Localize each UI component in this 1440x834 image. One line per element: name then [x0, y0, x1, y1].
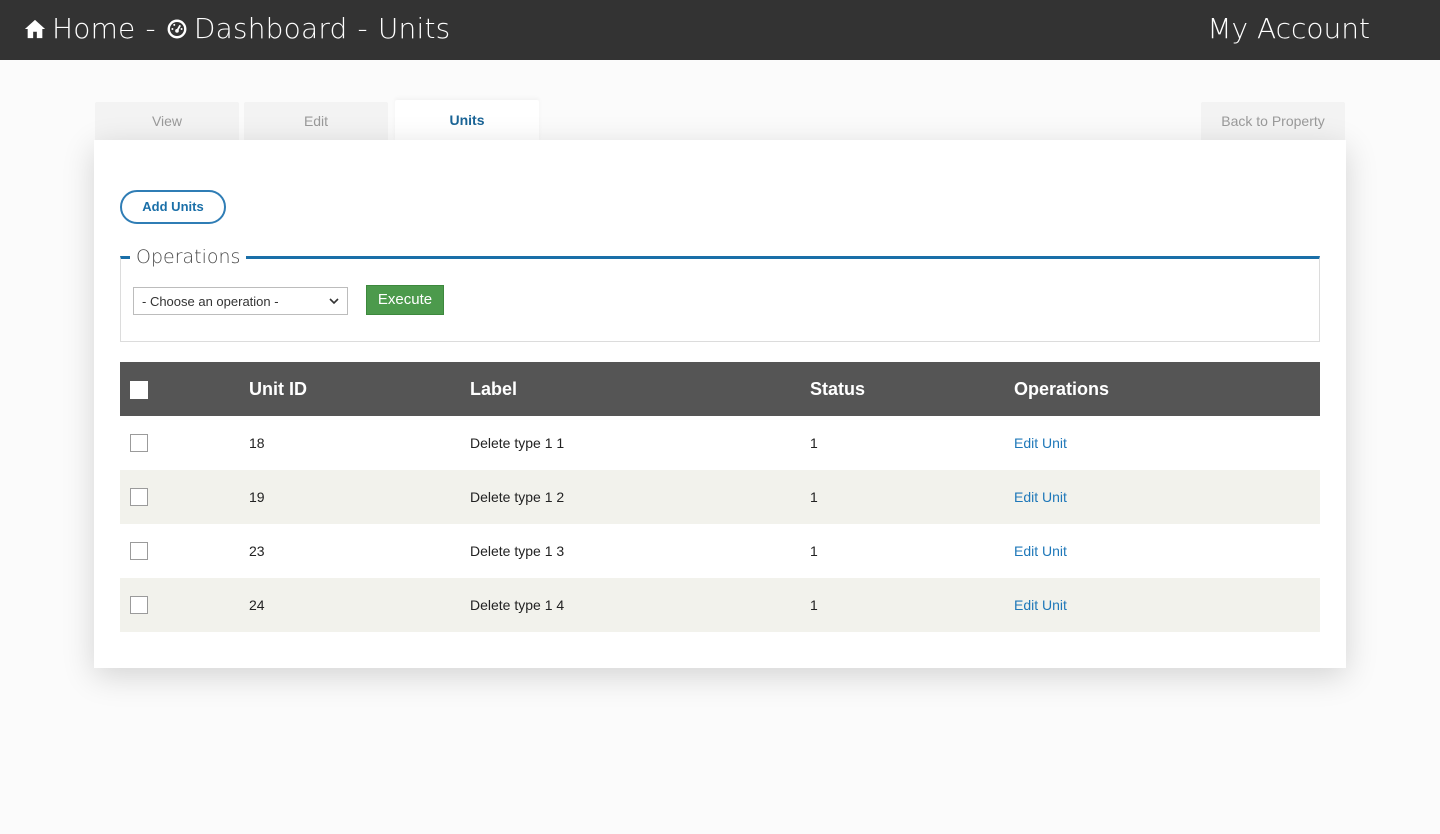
column-header-unit-id[interactable]: Unit ID: [249, 362, 470, 416]
units-table: Unit ID Label Status Operations 18 Delet…: [120, 362, 1320, 632]
edit-unit-link[interactable]: Edit Unit: [1014, 543, 1067, 559]
edit-unit-link[interactable]: Edit Unit: [1014, 597, 1067, 613]
operations-legend: Operations: [130, 246, 247, 268]
my-account-link[interactable]: My Account: [1207, 12, 1370, 45]
column-header-status[interactable]: Status: [810, 362, 1014, 416]
table-row: 19 Delete type 1 2 1 Edit Unit: [120, 470, 1320, 524]
unit-status-cell: 1: [810, 597, 818, 613]
operations-cell: Edit Unit: [1014, 524, 1320, 578]
operation-select-value: - Choose an operation -: [142, 293, 279, 309]
unit-label-cell: Delete type 1 1: [470, 435, 565, 451]
tab-view[interactable]: View: [95, 102, 239, 140]
tab-edit[interactable]: Edit: [244, 102, 388, 140]
breadcrumb: Home - Dashboard - Units: [24, 12, 450, 45]
row-checkbox[interactable]: [130, 596, 148, 615]
home-label: Home: [52, 12, 136, 45]
row-checkbox[interactable]: [130, 488, 148, 507]
unit-status-cell: 1: [810, 543, 818, 559]
column-header-operations: Operations: [1014, 378, 1110, 399]
column-header-label[interactable]: Label: [470, 362, 810, 416]
breadcrumb-separator: -: [145, 12, 156, 45]
breadcrumb-separator: -: [357, 12, 368, 45]
unit-id-cell: 23: [249, 543, 265, 559]
operations-cell: Edit Unit: [1014, 578, 1320, 632]
operations-fieldset: Operations - Choose an operation - Execu…: [120, 246, 1320, 342]
edit-unit-link[interactable]: Edit Unit: [1014, 489, 1067, 505]
tab-units[interactable]: Units: [395, 100, 539, 142]
execute-button[interactable]: Execute: [366, 285, 444, 315]
units-panel: Add Units Operations - Choose an operati…: [94, 140, 1346, 668]
unit-id-cell: 18: [249, 435, 265, 451]
unit-id-cell: 24: [249, 597, 265, 613]
dashboard-label: Dashboard: [193, 12, 348, 45]
table-header-row: Unit ID Label Status Operations: [120, 362, 1320, 416]
row-select-cell: [120, 416, 249, 470]
select-all-checkbox[interactable]: [130, 380, 148, 399]
unit-label-cell: Delete type 1 2: [470, 489, 565, 505]
row-select-cell: [120, 470, 249, 524]
table-row: 18 Delete type 1 1 1 Edit Unit: [120, 416, 1320, 470]
unit-status-cell: 1: [810, 489, 818, 505]
row-checkbox[interactable]: [130, 434, 148, 453]
page-title: Units: [377, 12, 451, 45]
operations-cell: Edit Unit: [1014, 470, 1320, 524]
row-checkbox[interactable]: [130, 542, 148, 561]
row-select-cell: [120, 524, 249, 578]
home-link[interactable]: Home: [24, 12, 136, 45]
dashboard-link[interactable]: Dashboard: [166, 12, 348, 45]
table-row: 23 Delete type 1 3 1 Edit Unit: [120, 524, 1320, 578]
home-icon: [24, 19, 46, 38]
chevron-down-icon: [329, 298, 339, 305]
table-row: 24 Delete type 1 4 1 Edit Unit: [120, 578, 1320, 632]
back-to-property-tab[interactable]: Back to Property: [1201, 102, 1345, 140]
row-select-cell: [120, 578, 249, 632]
edit-unit-link[interactable]: Edit Unit: [1014, 435, 1067, 451]
unit-status-cell: 1: [810, 435, 818, 451]
top-bar: Home - Dashboard - Units My Account: [0, 0, 1440, 60]
unit-label-cell: Delete type 1 3: [470, 543, 565, 559]
unit-id-cell: 19: [249, 489, 265, 505]
operation-select[interactable]: - Choose an operation -: [133, 287, 348, 315]
add-units-button[interactable]: Add Units: [120, 190, 226, 224]
unit-label-cell: Delete type 1 4: [470, 597, 565, 613]
dashboard-icon: [167, 19, 187, 38]
operations-cell: Edit Unit: [1014, 416, 1320, 470]
select-all-cell: [120, 362, 249, 416]
